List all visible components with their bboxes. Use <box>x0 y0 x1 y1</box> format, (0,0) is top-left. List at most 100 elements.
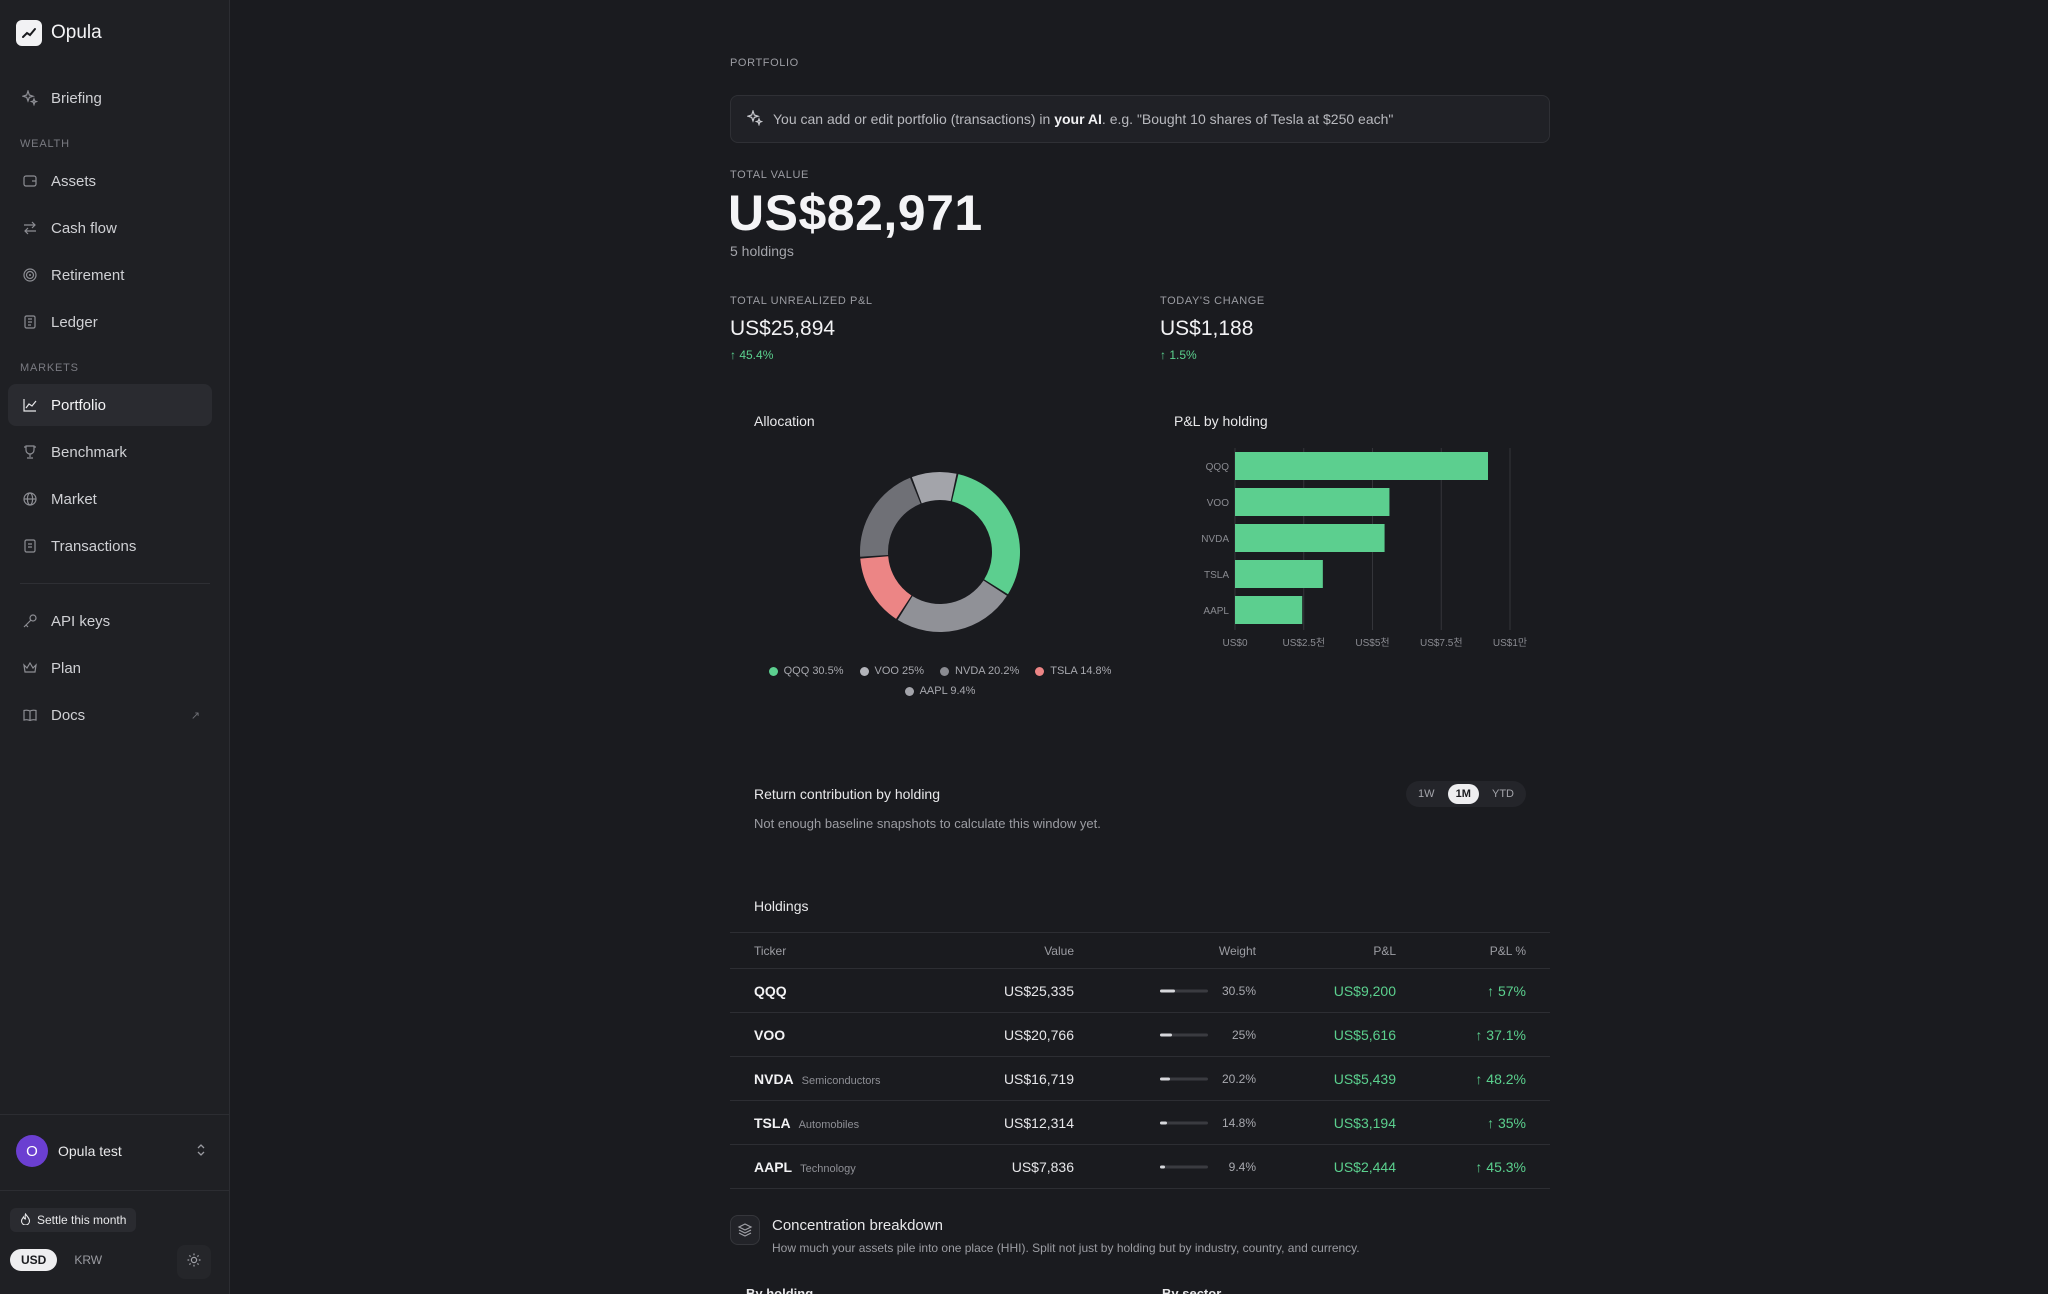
weight-bar-fill <box>1160 1033 1172 1036</box>
category-label: AAPL <box>1203 606 1229 617</box>
table-row[interactable]: TSLA Automobiles US$12,314 14.8% US$3,194 ↑ 3… <box>730 1101 1550 1145</box>
range-1m[interactable]: 1M <box>1447 784 1479 804</box>
weight-bar-fill <box>1160 1165 1165 1168</box>
table-row[interactable]: AAPL Technology US$7,836 9.4% US$2,444 ↑ 45.3… <box>730 1145 1550 1189</box>
bar-tsla[interactable] <box>1235 560 1323 588</box>
row-value: US$16,719 <box>1003 1070 1074 1087</box>
col-pl-pct[interactable]: P&L % <box>1490 944 1526 958</box>
unrealized-value: US$25,894 <box>730 317 836 340</box>
row-pl: US$9,200 <box>1333 982 1396 999</box>
range-ytd[interactable]: YTD <box>1484 784 1522 804</box>
sidebar-item-docs[interactable]: Docs ↗ <box>8 694 212 736</box>
currency-krw[interactable]: KRW <box>63 1249 113 1271</box>
bar-qqq[interactable] <box>1235 452 1488 480</box>
x-tick-label: US$7.5천 <box>1420 637 1463 649</box>
sidebar-item-plan[interactable]: Plan <box>8 647 212 689</box>
bar-nvda[interactable] <box>1235 524 1385 552</box>
x-tick-label: US$0 <box>1222 638 1247 649</box>
legend-item-aapl: AAPL 9.4% <box>904 685 975 697</box>
weight-bar-fill <box>1160 1077 1170 1080</box>
contribution-note: Not enough baseline snapshots to calcula… <box>754 816 1101 831</box>
sidebar-item-label: Assets <box>51 172 97 190</box>
banner-prefix: You can add or edit portfolio (transacti… <box>773 111 1055 127</box>
legend-label: TSLA 14.8% <box>1050 665 1112 677</box>
legend-dot <box>768 666 778 676</box>
holdings-count: 5 holdings <box>730 243 794 259</box>
table-header: Ticker Value Weight P&L P&L % <box>730 932 1550 969</box>
sidebar-item-briefing[interactable]: Briefing <box>8 77 212 119</box>
target-icon <box>22 267 38 283</box>
col-weight[interactable]: Weight <box>1219 944 1256 958</box>
donut-slice-qqq[interactable] <box>951 474 1020 595</box>
currency-usd[interactable]: USD <box>10 1249 58 1271</box>
row-ticker: QQQ <box>754 983 795 999</box>
table-row[interactable]: NVDA Semiconductors US$16,719 20.2% US$5,439… <box>730 1057 1550 1101</box>
sidebar-item-label: API keys <box>51 612 111 630</box>
settle-month-button[interactable]: Settle this month <box>10 1208 137 1232</box>
nav-section-wealth: WEALTH <box>20 138 70 150</box>
weight-bar <box>1160 1165 1208 1168</box>
weight-bar <box>1160 1033 1208 1036</box>
unrealized-pct: ↑ 45.4% <box>730 348 774 362</box>
total-value: US$82,971 <box>728 185 983 241</box>
sparkle-icon <box>22 90 38 106</box>
chevron-up-down-icon <box>196 1143 206 1160</box>
row-pl-pct: ↑ 57% <box>1487 982 1526 999</box>
col-pl[interactable]: P&L <box>1373 944 1396 958</box>
sidebar-item-retirement[interactable]: Retirement <box>8 254 212 296</box>
concentration-by-sector: By sector <box>1162 1286 1222 1294</box>
col-ticker[interactable]: Ticker <box>754 944 786 958</box>
legend-label: VOO 25% <box>874 665 925 677</box>
sidebar-item-label: Transactions <box>51 537 137 555</box>
pl-chart-title: P&L by holding <box>1174 413 1268 429</box>
contribution-title: Return contribution by holding <box>754 786 941 802</box>
open-book-icon <box>22 707 38 723</box>
legend-dot <box>904 686 914 696</box>
x-tick-label: US$1만 <box>1493 637 1527 649</box>
your-ai-link[interactable]: your AI <box>1054 111 1102 127</box>
x-tick-label: US$2.5천 <box>1282 637 1325 649</box>
ai-hint-banner: You can add or edit portfolio (transacti… <box>730 95 1550 143</box>
donut-slice-nvda[interactable] <box>860 477 921 557</box>
sidebar-item-label: Ledger <box>51 313 98 331</box>
sidebar-item-transactions[interactable]: Transactions <box>8 525 212 567</box>
bar-aapl[interactable] <box>1235 596 1303 624</box>
sidebar-item-market[interactable]: Market <box>8 478 212 520</box>
legend-item-tsla: TSLA 14.8% <box>1035 665 1111 677</box>
row-weight: 30.5% <box>1221 983 1256 998</box>
legend-dot <box>1035 666 1045 676</box>
sidebar-item-assets[interactable]: Assets <box>8 160 212 202</box>
donut-slice-tsla[interactable] <box>860 556 912 619</box>
table-row[interactable]: QQQ US$25,335 30.5% US$9,200 ↑ 57% <box>730 969 1550 1013</box>
settle-label: Settle this month <box>37 1213 127 1227</box>
today-change-pct: ↑ 1.5% <box>1160 348 1197 362</box>
range-selector: 1W 1M YTD <box>1406 781 1526 807</box>
donut-slice-aapl[interactable] <box>911 472 957 504</box>
col-value[interactable]: Value <box>1044 944 1074 958</box>
bar-voo[interactable] <box>1235 488 1390 516</box>
sidebar-item-label: Docs <box>51 706 86 724</box>
sidebar-item-api-keys[interactable]: API keys <box>8 600 212 642</box>
user-switcher[interactable]: O Opula test <box>16 1134 206 1168</box>
page-eyebrow: PORTFOLIO <box>730 57 799 69</box>
total-value-label: TOTAL VALUE <box>730 169 809 181</box>
row-pl: US$5,616 <box>1333 1026 1396 1043</box>
donut-slice-voo[interactable] <box>897 580 1007 632</box>
sun-icon <box>187 1253 201 1272</box>
row-pl-pct: ↑ 48.2% <box>1475 1070 1526 1087</box>
sidebar-item-cash-flow[interactable]: Cash flow <box>8 207 212 249</box>
brand[interactable]: Opula <box>16 20 102 46</box>
unrealized-label: TOTAL UNREALIZED P&L <box>730 295 873 307</box>
range-1w[interactable]: 1W <box>1410 784 1443 804</box>
concentration-by-holding: By holding <box>746 1286 814 1294</box>
row-weight: 25% <box>1231 1027 1256 1042</box>
table-row[interactable]: VOO US$20,766 25% US$5,616 ↑ 37.1% <box>730 1013 1550 1057</box>
theme-toggle-button[interactable] <box>177 1245 211 1279</box>
arrows-swap-icon <box>22 220 38 236</box>
sidebar-item-ledger[interactable]: Ledger <box>8 301 212 343</box>
sidebar-item-portfolio[interactable]: Portfolio <box>8 384 212 426</box>
sidebar-item-benchmark[interactable]: Benchmark <box>8 431 212 473</box>
row-pl: US$5,439 <box>1333 1070 1396 1087</box>
row-value: US$7,836 <box>1011 1158 1074 1175</box>
row-ticker: VOO <box>754 1027 793 1043</box>
